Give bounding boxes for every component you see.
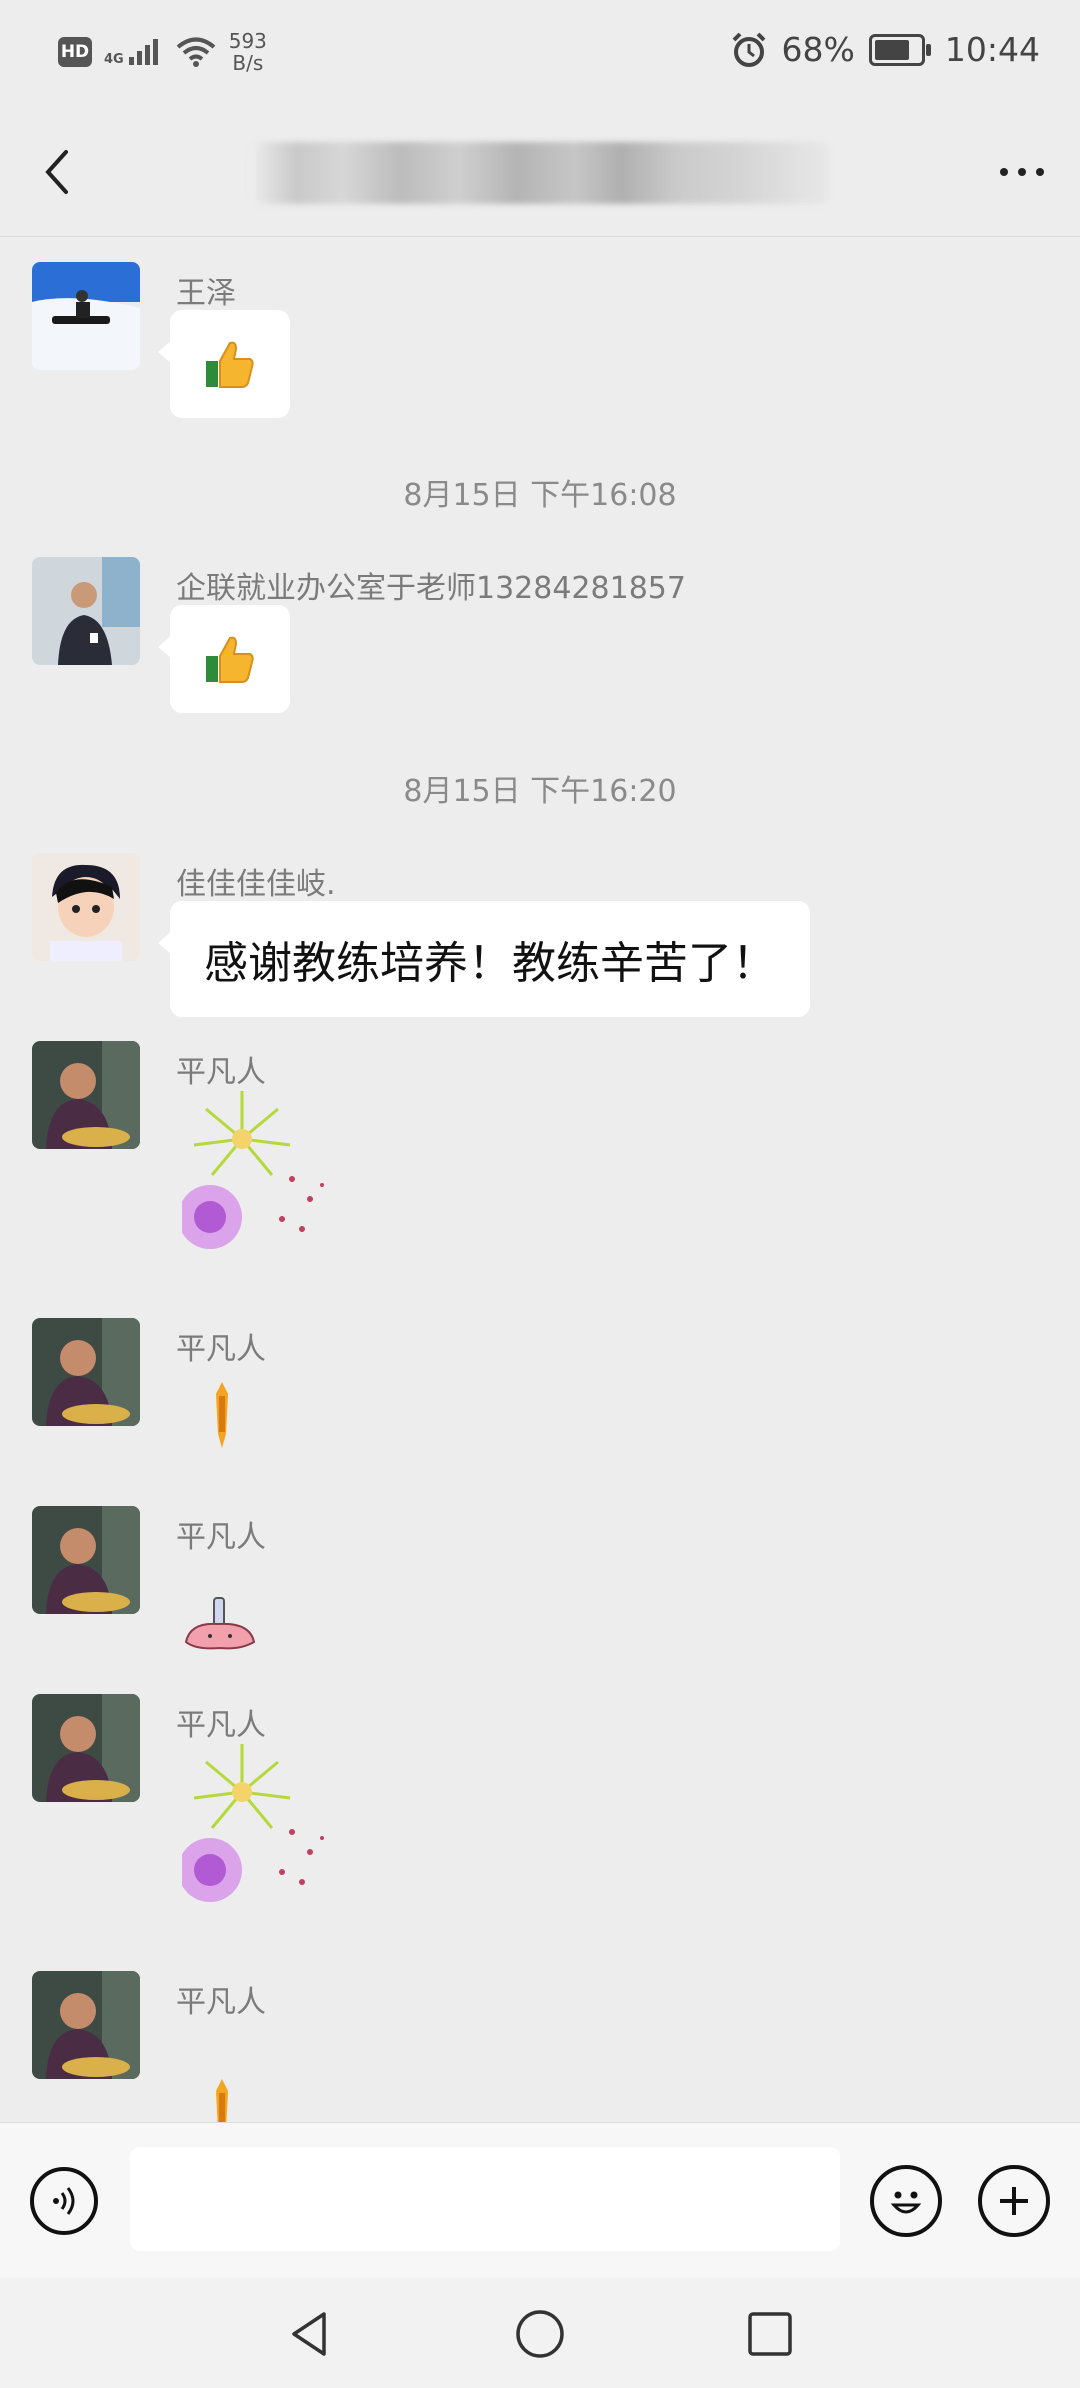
sender-name: 平凡人 (176, 1055, 266, 1090)
system-back-button[interactable] (284, 2308, 336, 2360)
net-speed: 593 B/s (228, 29, 267, 75)
system-nav-bar (0, 2278, 1080, 2388)
avatar[interactable] (32, 1971, 140, 2079)
more-dots-icon (1000, 168, 1008, 176)
firecracker-sticker[interactable] (180, 1596, 260, 1656)
hd-badge: HD (58, 37, 92, 67)
clock: 10:44 (944, 30, 1040, 69)
message-bubble[interactable]: 感谢教练培养！教练辛苦了！ (158, 901, 810, 1017)
plus-icon (1000, 2187, 1028, 2215)
sender-name: 企联就业办公室于老师13284281857 (176, 571, 686, 606)
timestamp: 8月15日 下午16:08 (403, 478, 677, 513)
sender-name: 平凡人 (176, 1708, 266, 1743)
fireworks-icon (178, 1091, 324, 1249)
input-bar (0, 2122, 1080, 2279)
sender-name: 王泽 (176, 276, 236, 311)
battery-percent: 68% (781, 30, 855, 69)
sender-name: 平凡人 (176, 1985, 266, 2020)
status-bar: HD 4G 593 B/s 68% 10:44 (0, 0, 1080, 110)
square-recents-icon (748, 2312, 792, 2356)
emoji-button[interactable] (870, 2165, 942, 2237)
sender-name: 平凡人 (176, 1520, 266, 1555)
fireworks-sticker[interactable] (178, 1742, 352, 1916)
signal-icon: 4G (104, 37, 163, 67)
fireworks-icon (178, 1744, 324, 1902)
firework-rocket-icon (216, 1382, 228, 1448)
system-home-button[interactable] (514, 2308, 566, 2360)
back-button[interactable] (30, 142, 90, 202)
timestamp: 8月15日 下午16:20 (403, 774, 677, 809)
rocket-sticker[interactable] (212, 2077, 232, 2122)
chevron-left-icon (45, 150, 68, 194)
avatar[interactable] (32, 262, 140, 370)
emoji-icon (890, 2191, 922, 2214)
voice-button[interactable] (30, 2167, 98, 2235)
firework-rocket-icon (216, 2079, 228, 2122)
avatar[interactable] (32, 557, 140, 665)
avatar[interactable] (32, 853, 140, 961)
fireworks-sticker[interactable] (178, 1089, 352, 1263)
circle-home-icon (516, 2310, 564, 2358)
chat-header (0, 110, 1080, 237)
wifi-icon (176, 37, 215, 67)
message-bubble[interactable] (158, 310, 290, 418)
voice-icon (53, 2187, 75, 2215)
message-bubble[interactable] (158, 605, 290, 713)
system-recents-button[interactable] (744, 2308, 796, 2360)
avatar[interactable] (32, 1318, 140, 1426)
message-item: 平凡人 (32, 1971, 432, 2122)
sender-name: 佳佳佳佳岐. (176, 867, 336, 902)
firecracker-creature-icon (184, 1597, 256, 1650)
more-button[interactable] (1000, 168, 1044, 176)
triangle-back-icon (292, 2312, 326, 2356)
chat-title-blurred (250, 142, 830, 204)
avatar[interactable] (32, 1041, 140, 1149)
sender-name: 平凡人 (176, 1332, 266, 1367)
avatar[interactable] (32, 1506, 140, 1614)
message-input[interactable] (130, 2147, 840, 2251)
battery-icon (868, 33, 931, 66)
thumbs-up-icon (206, 341, 254, 388)
rocket-sticker[interactable] (212, 1380, 232, 1454)
alarm-icon (732, 32, 765, 67)
avatar[interactable] (32, 1694, 140, 1802)
thumbs-up-icon (206, 636, 254, 683)
plus-button[interactable] (978, 2165, 1050, 2237)
